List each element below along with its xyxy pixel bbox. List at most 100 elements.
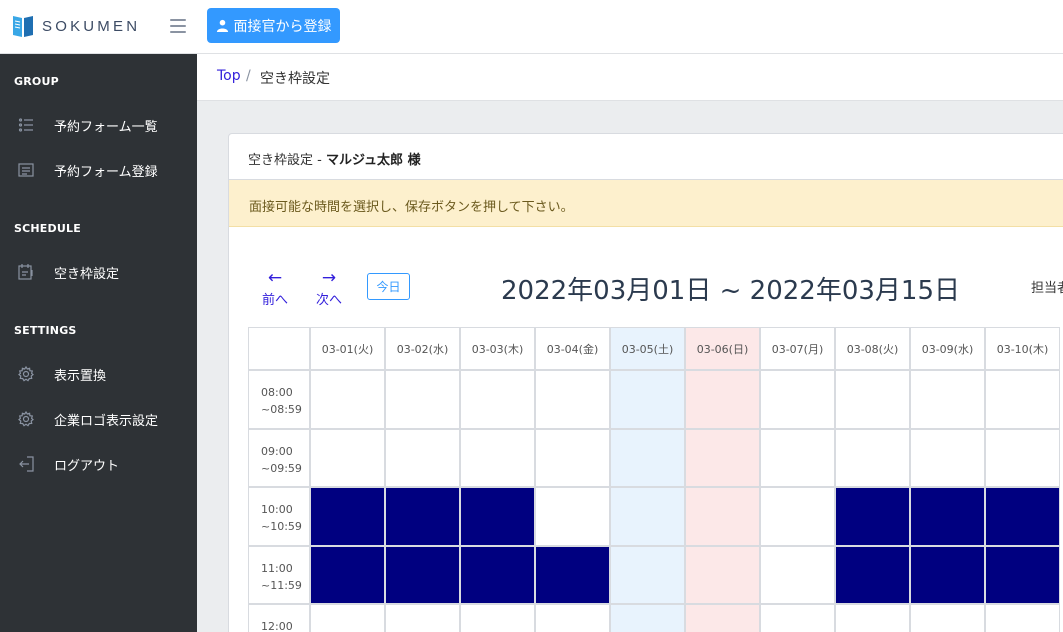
sidebar-section-settings: SETTINGS	[14, 324, 77, 337]
register-button-label: 面接官から登録	[233, 18, 332, 35]
slot-cell[interactable]	[610, 604, 685, 632]
sidebar-item-form-list[interactable]: 予約フォーム一覧	[0, 105, 197, 145]
date-range-title: 2022年03月01日 ~ 2022年03月15日	[501, 276, 960, 306]
slot-cell[interactable]	[385, 370, 460, 429]
time-slot-end: ~09:59	[261, 461, 302, 475]
time-slot-label: 10:00 ~10:59	[248, 487, 310, 546]
sidebar-section-group: GROUP	[14, 75, 59, 88]
register-from-interviewer-button[interactable]: 面接官から登録	[207, 8, 340, 43]
day-header: 03-09(水)	[910, 327, 985, 370]
breadcrumb: Top / 空き枠設定	[197, 54, 1063, 101]
slot-cell[interactable]	[535, 370, 610, 429]
form-icon	[18, 163, 34, 177]
slot-cell-selected[interactable]	[910, 487, 985, 546]
slot-grid: 03-01(火) 03-02(水) 03-03(木) 03-04(金) 03-05(土)…	[248, 327, 1063, 632]
slot-cell[interactable]	[760, 604, 835, 632]
slot-cell[interactable]	[910, 428, 985, 487]
slot-cell[interactable]	[760, 545, 835, 604]
slot-cell[interactable]	[985, 428, 1060, 487]
grid-corner	[248, 327, 310, 370]
time-slot-start: 12:00	[261, 620, 293, 632]
slot-cell-selected[interactable]	[310, 545, 385, 604]
app-logo[interactable]: SOKUMEN	[12, 13, 140, 39]
time-slot-label: 11:00 ~11:59	[248, 545, 310, 604]
sidebar-item-logo-settings[interactable]: 企業ロゴ表示設定	[0, 399, 197, 439]
time-slot-start: 08:00	[261, 386, 293, 399]
breadcrumb-top-link[interactable]: Top	[217, 68, 241, 84]
interviewer-name: マルジュ太郎 様	[325, 153, 421, 168]
slot-cell[interactable]	[610, 487, 685, 546]
sidebar-item-label: 表示置換	[54, 368, 107, 384]
slot-settings-card: 空き枠設定 - マルジュ太郎 様 面接可能な時間を選択し、保存ボタンを押して下さ…	[228, 133, 1063, 632]
slot-cell-selected[interactable]	[985, 545, 1060, 604]
slot-cell[interactable]	[685, 428, 760, 487]
sidebar-item-label: 予約フォーム登録	[54, 164, 158, 180]
slot-cell[interactable]	[760, 487, 835, 546]
slot-cell[interactable]	[310, 604, 385, 632]
slot-cell[interactable]	[910, 604, 985, 632]
sidebar-item-label: 企業ロゴ表示設定	[54, 413, 159, 429]
slot-cell-selected[interactable]	[460, 545, 535, 604]
time-slot-label: 12:00	[248, 604, 310, 632]
slot-cell[interactable]	[760, 370, 835, 429]
time-slot-end: ~11:59	[261, 578, 302, 592]
slot-cell[interactable]	[610, 370, 685, 429]
day-header: 03-04(金)	[535, 327, 610, 370]
today-button[interactable]: 今日	[367, 273, 410, 300]
slot-cell-selected[interactable]	[460, 487, 535, 546]
time-slot-start: 09:00	[261, 444, 293, 458]
prev-button[interactable]: ← 前へ	[255, 269, 295, 308]
slot-cell[interactable]	[535, 428, 610, 487]
slot-cell[interactable]	[535, 604, 610, 632]
slot-cell[interactable]	[610, 428, 685, 487]
page-title: 空き枠設定 - マルジュ太郎 様	[248, 153, 421, 168]
slot-cell[interactable]	[985, 604, 1060, 632]
gear-icon	[18, 411, 34, 427]
next-label: 次へ	[315, 293, 342, 308]
alert-text: 面接可能な時間を選択し、保存ボタンを押して下さい。	[249, 200, 574, 215]
menu-toggle-icon[interactable]	[170, 19, 186, 33]
slot-cell[interactable]	[685, 370, 760, 429]
slot-cell[interactable]	[910, 370, 985, 429]
slot-cell-selected[interactable]	[535, 545, 610, 604]
breadcrumb-current: 空き枠設定	[260, 71, 330, 87]
sidebar-item-slot-settings[interactable]: 空き枠設定	[0, 252, 197, 292]
slot-cell[interactable]	[535, 487, 610, 546]
slot-cell-selected[interactable]	[835, 487, 910, 546]
slot-cell[interactable]	[835, 370, 910, 429]
sidebar-item-display-replace[interactable]: 表示置換	[0, 354, 197, 394]
slot-cell[interactable]	[460, 428, 535, 487]
slot-cell-selected[interactable]	[385, 545, 460, 604]
day-header: 03-08(火)	[835, 327, 910, 370]
slot-cell-selected[interactable]	[310, 487, 385, 546]
slot-cell[interactable]	[760, 428, 835, 487]
slot-cell-selected[interactable]	[985, 487, 1060, 546]
time-slot-end: ~08:59	[261, 403, 302, 416]
next-button[interactable]: → 次へ	[309, 269, 349, 308]
instruction-alert: 面接可能な時間を選択し、保存ボタンを押して下さい。	[229, 180, 1063, 227]
day-header: 03-10(木)	[985, 327, 1060, 370]
slot-cell-selected[interactable]	[910, 545, 985, 604]
slot-cell[interactable]	[685, 604, 760, 632]
slot-cell-selected[interactable]	[385, 487, 460, 546]
slot-cell[interactable]	[610, 545, 685, 604]
slot-cell[interactable]	[310, 370, 385, 429]
slot-cell[interactable]	[685, 487, 760, 546]
slot-cell[interactable]	[310, 428, 385, 487]
slot-cell-selected[interactable]	[835, 545, 910, 604]
sidebar-item-label: 予約フォーム一覧	[54, 119, 158, 135]
sidebar-item-form-register[interactable]: 予約フォーム登録	[0, 150, 197, 190]
slot-cell[interactable]	[460, 604, 535, 632]
sidebar-item-logout[interactable]: ログアウト	[0, 444, 197, 484]
slot-cell[interactable]	[460, 370, 535, 429]
slot-cell[interactable]	[385, 604, 460, 632]
arrow-left-icon: ←	[267, 268, 283, 288]
day-header: 03-07(月)	[760, 327, 835, 370]
slot-cell[interactable]	[835, 604, 910, 632]
slot-cell[interactable]	[835, 428, 910, 487]
sidebar-section-schedule: SCHEDULE	[14, 222, 81, 235]
slot-cell[interactable]	[985, 370, 1060, 429]
slot-cell[interactable]	[385, 428, 460, 487]
gear-icon	[18, 366, 34, 382]
slot-cell[interactable]	[685, 545, 760, 604]
